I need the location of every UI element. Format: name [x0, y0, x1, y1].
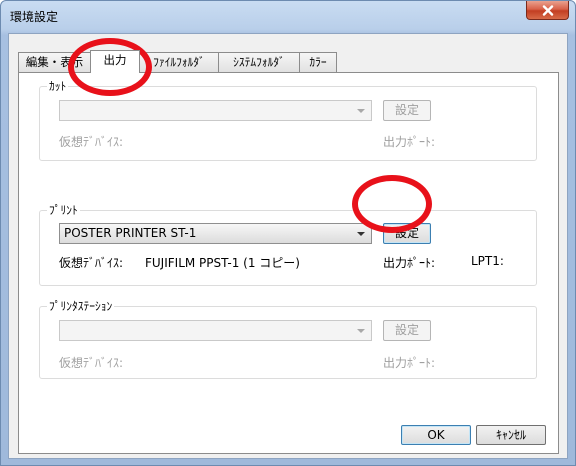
output-tab-panel: ｶｯﾄ 設定 仮想ﾃﾞﾊﾞｲｽ: 出力ﾎﾟｰﾄ: ﾌﾟﾘﾝﾄ POSTER PR… — [18, 72, 559, 454]
print-group-label: ﾌﾟﾘﾝﾄ — [47, 202, 80, 218]
tab-output[interactable]: 出力 — [90, 50, 140, 73]
print-station-group-label: ﾌﾟﾘﾝﾀｽﾃｰｼｮﾝ — [47, 298, 115, 314]
print-station-device-select — [59, 320, 372, 341]
print-station-port-label: 出力ﾎﾟｰﾄ: — [383, 356, 436, 370]
chevron-down-icon — [357, 329, 365, 333]
print-station-settings-button: 設定 — [383, 320, 431, 341]
print-virtual-device-value: FUJIFILM PPST-1 (1 コピー) — [145, 256, 300, 270]
cut-group: ｶｯﾄ 設定 仮想ﾃﾞﾊﾞｲｽ: 出力ﾎﾟｰﾄ: — [39, 78, 537, 161]
print-port-value: LPT1: — [471, 254, 504, 268]
ok-button[interactable]: OK — [401, 425, 471, 445]
tab-edit-display[interactable]: 編集・表示 — [18, 52, 91, 72]
print-group: ﾌﾟﾘﾝﾄ POSTER PRINTER ST-1 設定 仮想ﾃﾞﾊﾞｲｽ: F… — [39, 202, 537, 286]
cancel-button[interactable]: ｷｬﾝｾﾙ — [476, 425, 546, 445]
cut-group-label: ｶｯﾄ — [47, 78, 69, 94]
close-button[interactable] — [526, 1, 569, 20]
tab-system-folder[interactable]: ｼｽﾃﾑﾌｫﾙﾀﾞ — [218, 52, 300, 72]
preferences-dialog: 環境設定 編集・表示 出力 ﾌｧｲﾙﾌｫﾙﾀﾞ ｼｽﾃﾑﾌｫﾙﾀﾞ ｶﾗｰ ｶｯ… — [0, 0, 576, 466]
tab-color[interactable]: ｶﾗｰ — [299, 52, 337, 72]
print-station-virtual-device-label: 仮想ﾃﾞﾊﾞｲｽ: — [59, 356, 124, 370]
tab-file-folder[interactable]: ﾌｧｲﾙﾌｫﾙﾀﾞ — [139, 52, 219, 72]
print-station-group: ﾌﾟﾘﾝﾀｽﾃｰｼｮﾝ 設定 仮想ﾃﾞﾊﾞｲｽ: 出力ﾎﾟｰﾄ: — [39, 298, 537, 379]
cut-virtual-device-label: 仮想ﾃﾞﾊﾞｲｽ: — [59, 135, 124, 149]
print-port-label: 出力ﾎﾟｰﾄ: — [383, 256, 436, 270]
chevron-down-icon — [357, 109, 365, 113]
cut-port-label: 出力ﾎﾟｰﾄ: — [383, 135, 436, 149]
print-device-value: POSTER PRINTER ST-1 — [64, 226, 197, 240]
chevron-down-icon — [357, 232, 365, 236]
dialog-body: 編集・表示 出力 ﾌｧｲﾙﾌｫﾙﾀﾞ ｼｽﾃﾑﾌｫﾙﾀﾞ ｶﾗｰ ｶｯﾄ 設定 … — [8, 33, 568, 459]
print-device-select[interactable]: POSTER PRINTER ST-1 — [59, 223, 372, 244]
print-virtual-device-label: 仮想ﾃﾞﾊﾞｲｽ: — [59, 256, 124, 270]
close-icon — [542, 4, 553, 16]
title-bar[interactable]: 環境設定 — [1, 1, 575, 31]
window-title: 環境設定 — [10, 10, 59, 24]
cut-settings-button: 設定 — [383, 100, 431, 121]
cut-device-select — [59, 100, 372, 121]
print-settings-button[interactable]: 設定 — [383, 223, 431, 244]
